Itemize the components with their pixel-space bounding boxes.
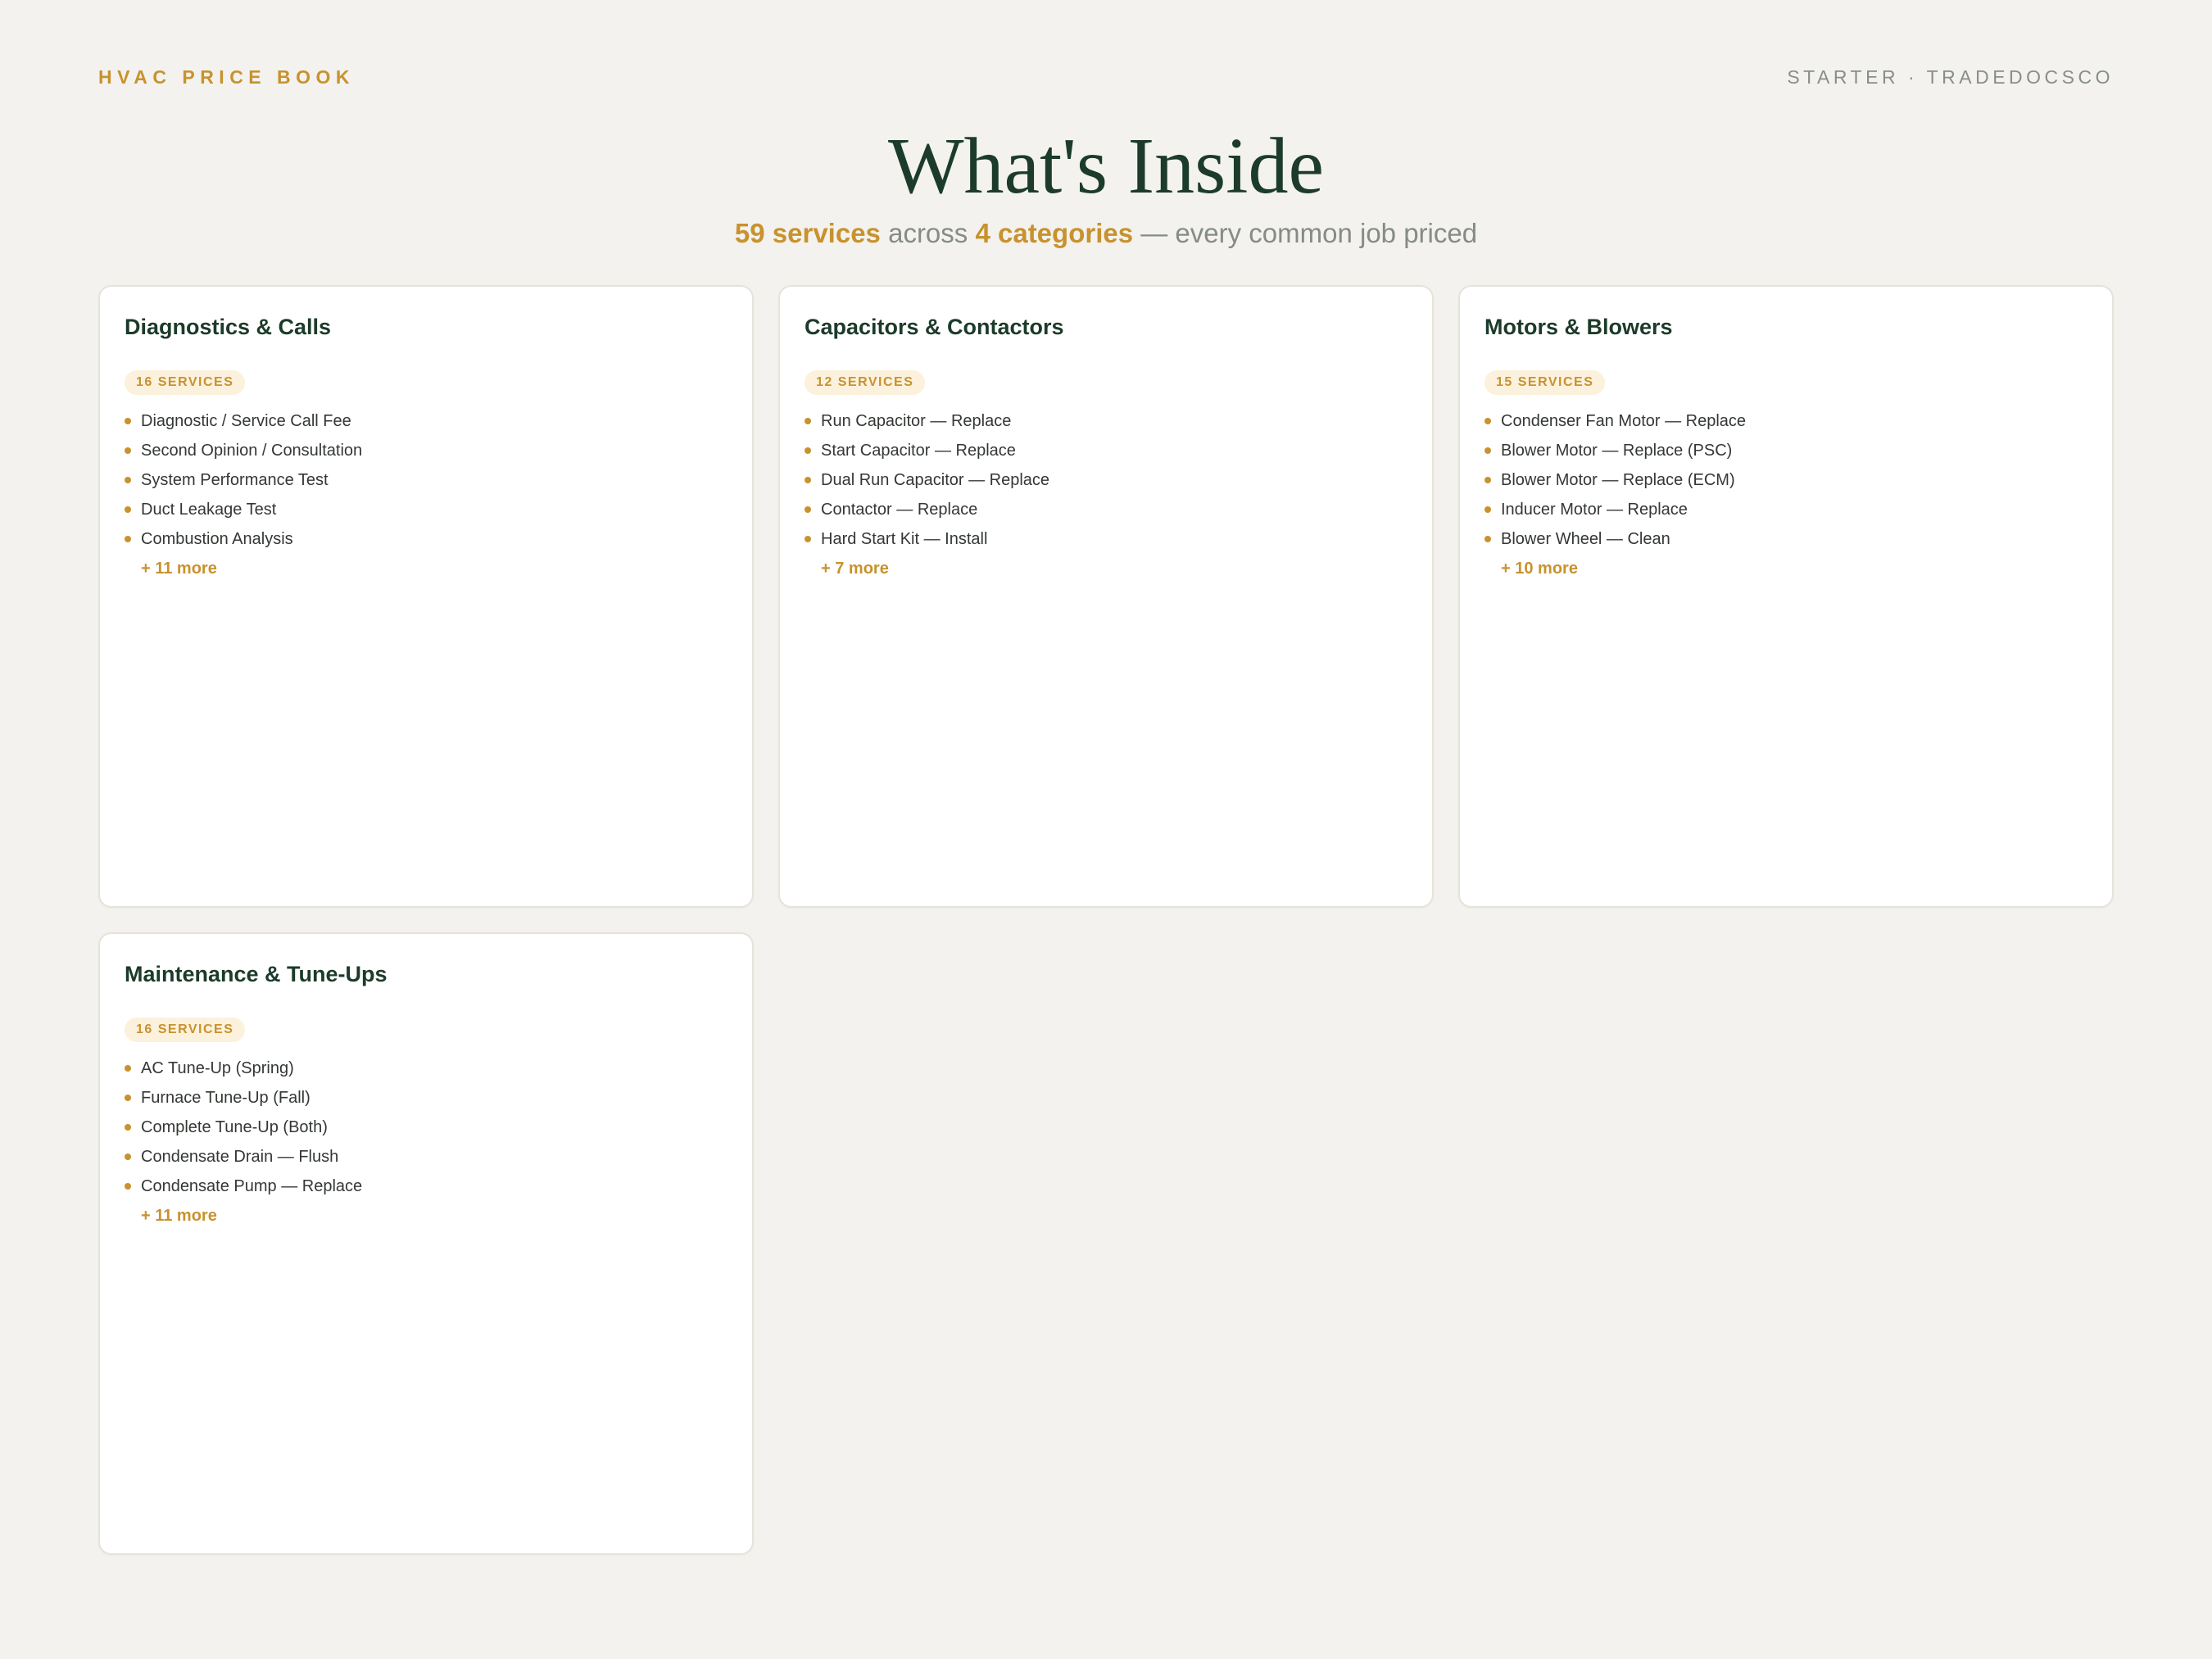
card-title: Motors & Blowers <box>1484 315 1673 339</box>
services-badge: 16 SERVICES <box>125 1018 246 1042</box>
category-card-maintenance: Maintenance & Tune-Ups 16 SERVICES AC Tu… <box>98 932 754 1555</box>
service-name: Complete Tune-Up (Both) <box>141 1117 328 1136</box>
top-bar: HVAC PRICE BOOK STARTER · TRADEDOCSCO <box>98 0 2114 90</box>
service-name: Contactor — Replace <box>821 500 978 519</box>
service-name: AC Tune-Up (Spring) <box>141 1058 294 1077</box>
bullet-icon <box>125 1124 131 1131</box>
subtitle-tail: — every common job priced <box>1133 218 1478 248</box>
service-name: Furnace Tune-Up (Fall) <box>141 1088 310 1107</box>
service-name: Diagnostic / Service Call Fee <box>141 411 351 430</box>
service-name: Hard Start Kit — Install <box>821 529 988 548</box>
more-services-link[interactable]: + 11 more <box>141 554 728 583</box>
bullet-icon <box>805 506 811 513</box>
service-name: Dual Run Capacitor — Replace <box>821 470 1050 489</box>
card-title: Maintenance & Tune-Ups <box>125 962 388 986</box>
list-item: Blower Motor — Replace (PSC) <box>1484 436 2087 465</box>
bullet-icon <box>125 1065 131 1072</box>
bullet-icon <box>805 447 811 454</box>
service-list: Diagnostic / Service Call Fee Second Opi… <box>125 406 728 554</box>
bullet-icon <box>125 536 131 542</box>
services-badge: 16 SERVICES <box>125 370 246 395</box>
list-item: Diagnostic / Service Call Fee <box>125 406 728 436</box>
service-list: AC Tune-Up (Spring) Furnace Tune-Up (Fal… <box>125 1054 728 1201</box>
list-item: Condensate Pump — Replace <box>125 1172 728 1201</box>
bullet-icon <box>125 1154 131 1160</box>
list-item: Dual Run Capacitor — Replace <box>805 465 1407 495</box>
list-item: System Performance Test <box>125 465 728 495</box>
list-item: Run Capacitor — Replace <box>805 406 1407 436</box>
list-item: Condensate Drain — Flush <box>125 1142 728 1172</box>
bullet-icon <box>125 1183 131 1190</box>
more-services-link[interactable]: + 11 more <box>141 1201 728 1231</box>
service-name: Duct Leakage Test <box>141 500 277 519</box>
card-title: Diagnostics & Calls <box>125 315 332 339</box>
service-name: Combustion Analysis <box>141 529 293 548</box>
service-list: Condenser Fan Motor — Replace Blower Mot… <box>1484 406 2087 554</box>
page-title: What's Inside <box>887 122 1324 211</box>
subtitle-connector: across <box>880 218 976 248</box>
service-name: Blower Motor — Replace (ECM) <box>1501 470 1735 489</box>
bullet-icon <box>125 1095 131 1101</box>
service-name: Condensate Pump — Replace <box>141 1176 363 1195</box>
category-card-motors: Motors & Blowers 15 SERVICES Condenser F… <box>1458 285 2114 908</box>
bullet-icon <box>805 477 811 483</box>
service-name: Inducer Motor — Replace <box>1501 500 1688 519</box>
bullet-icon <box>805 418 811 424</box>
service-name: Second Opinion / Consultation <box>141 441 363 460</box>
services-badge: 15 SERVICES <box>1484 370 1606 395</box>
list-item: Furnace Tune-Up (Fall) <box>125 1083 728 1113</box>
service-name: Condenser Fan Motor — Replace <box>1501 411 1747 430</box>
brand-label: HVAC PRICE BOOK <box>98 66 356 88</box>
services-count: 59 services <box>734 218 881 248</box>
bullet-icon <box>125 477 131 483</box>
category-grid: Diagnostics & Calls 16 SERVICES Diagnost… <box>98 285 2114 1555</box>
service-name: Blower Motor — Replace (PSC) <box>1501 441 1733 460</box>
card-title: Capacitors & Contactors <box>805 315 1064 339</box>
more-services-link[interactable]: + 10 more <box>1501 554 2087 583</box>
list-item: Combustion Analysis <box>125 524 728 554</box>
services-badge: 12 SERVICES <box>805 370 926 395</box>
service-list: Run Capacitor — Replace Start Capacitor … <box>805 406 1407 554</box>
bullet-icon <box>125 447 131 454</box>
bullet-icon <box>1484 536 1491 542</box>
service-name: Blower Wheel — Clean <box>1501 529 1670 548</box>
list-item: Start Capacitor — Replace <box>805 436 1407 465</box>
list-item: Hard Start Kit — Install <box>805 524 1407 554</box>
list-item: Contactor — Replace <box>805 495 1407 524</box>
list-item: Inducer Motor — Replace <box>1484 495 2087 524</box>
list-item: Blower Wheel — Clean <box>1484 524 2087 554</box>
list-item: AC Tune-Up (Spring) <box>125 1054 728 1083</box>
list-item: Condenser Fan Motor — Replace <box>1484 406 2087 436</box>
list-item: Complete Tune-Up (Both) <box>125 1113 728 1142</box>
categories-count: 4 categories <box>975 218 1134 248</box>
edition-label: STARTER · TRADEDOCSCO <box>1787 66 2114 88</box>
page-subtitle: 59 services across 4 categories — every … <box>98 218 2114 249</box>
category-card-capacitors: Capacitors & Contactors 12 SERVICES Run … <box>778 285 1434 908</box>
more-services-link[interactable]: + 7 more <box>821 554 1407 583</box>
bullet-icon <box>1484 477 1491 483</box>
bullet-icon <box>125 506 131 513</box>
service-name: Condensate Drain — Flush <box>141 1147 339 1166</box>
list-item: Second Opinion / Consultation <box>125 436 728 465</box>
bullet-icon <box>1484 418 1491 424</box>
service-name: Run Capacitor — Replace <box>821 411 1012 430</box>
list-item: Blower Motor — Replace (ECM) <box>1484 465 2087 495</box>
page: HVAC PRICE BOOK STARTER · TRADEDOCSCO Wh… <box>0 0 2212 1659</box>
service-name: System Performance Test <box>141 470 329 489</box>
service-name: Start Capacitor — Replace <box>821 441 1016 460</box>
bullet-icon <box>1484 447 1491 454</box>
bullet-icon <box>1484 506 1491 513</box>
bullet-icon <box>805 536 811 542</box>
bullet-icon <box>125 418 131 424</box>
list-item: Duct Leakage Test <box>125 495 728 524</box>
category-card-diagnostics: Diagnostics & Calls 16 SERVICES Diagnost… <box>98 285 754 908</box>
